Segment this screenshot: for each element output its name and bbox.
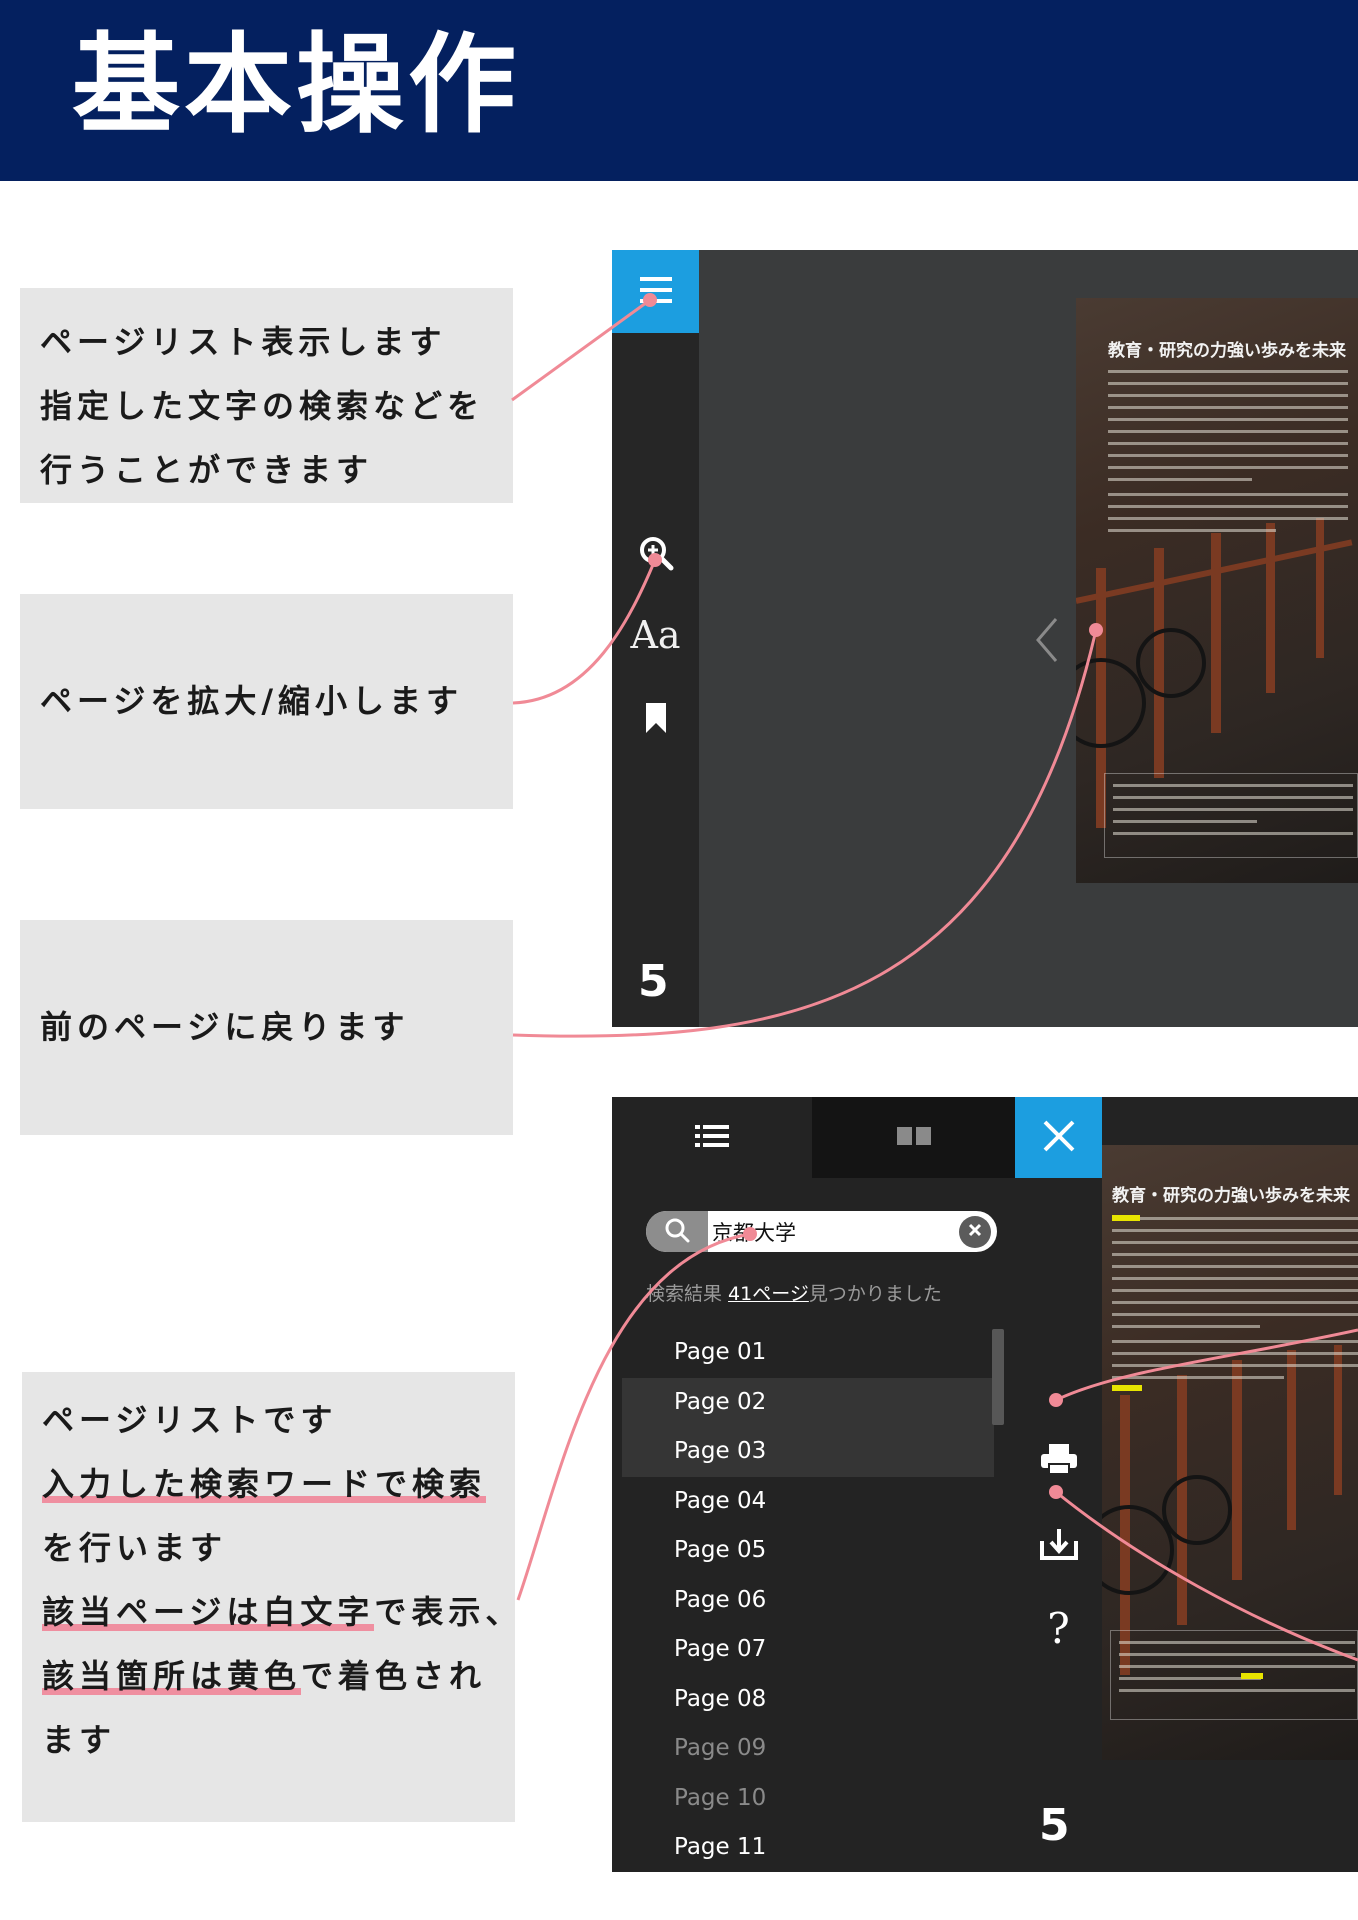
search-input[interactable] <box>712 1216 952 1247</box>
note-zoom: ページを拡大/縮小します <box>20 594 513 809</box>
prev-page-button[interactable] <box>1032 615 1062 669</box>
note-page-list-search: ページリスト表示します 指定した文字の検索などを 行うことができます <box>20 288 513 503</box>
page-spread-image: 教育・研究の力強い歩みを未来 <box>1076 298 1358 883</box>
list-icon <box>695 1124 729 1152</box>
bookmark-button[interactable] <box>612 698 699 742</box>
page-body-text <box>1108 370 1348 541</box>
tool-column: ? 5 <box>1015 1178 1102 1872</box>
page-list-item[interactable]: Page 05 <box>622 1526 994 1576</box>
clear-icon <box>967 1222 983 1242</box>
note-line: 指定した文字の検索などを <box>40 387 485 425</box>
zoom-button[interactable] <box>612 530 699 580</box>
help-icon: ? <box>1047 1603 1070 1653</box>
page-list-item[interactable]: Page 09 <box>622 1724 994 1774</box>
result-count-link[interactable]: 41ページ <box>728 1283 809 1305</box>
print-button[interactable] <box>1015 1438 1102 1484</box>
note-line: 該当箇所は黄色で着色され <box>42 1644 495 1708</box>
result-prefix: 検索結果 <box>646 1283 729 1305</box>
close-button[interactable] <box>1015 1097 1102 1178</box>
underlined-text: 該当箇所は黄色 <box>42 1657 302 1695</box>
page-list-item[interactable]: Page 07 <box>622 1625 994 1675</box>
page-heading: 教育・研究の力強い歩みを未来 <box>1112 1186 1350 1206</box>
thumbnail-icon <box>896 1125 931 1151</box>
page-heading: 教育・研究の力強い歩みを未来 <box>1108 341 1346 361</box>
close-icon <box>1041 1118 1077 1158</box>
page-list-item[interactable]: Page 01 <box>622 1328 994 1378</box>
download-button[interactable] <box>1015 1523 1102 1569</box>
search-highlight <box>1112 1385 1142 1391</box>
page-number: 5 <box>638 956 669 1007</box>
page-caption-box <box>1104 773 1358 858</box>
search-highlight <box>1241 1673 1263 1679</box>
note-line: 前のページに戻ります <box>40 1008 410 1046</box>
page-list-item[interactable]: Page 02 <box>622 1377 994 1427</box>
search-highlight <box>1112 1215 1140 1221</box>
page-spread-image: 教育・研究の力強い歩みを未来 <box>1102 1145 1358 1760</box>
font-size-icon: Aa <box>630 613 681 657</box>
search-button[interactable] <box>646 1211 708 1252</box>
search-icon <box>664 1217 690 1247</box>
note-line: を行います <box>42 1529 228 1567</box>
note-prev-page: 前のページに戻ります <box>20 920 513 1135</box>
help-button[interactable]: ? <box>1015 1603 1102 1653</box>
bookmark-icon <box>644 701 668 739</box>
search-box <box>646 1211 997 1252</box>
page-list-item[interactable]: Page 11 <box>622 1823 994 1872</box>
page-list-item[interactable]: Page 10 <box>622 1774 994 1824</box>
note-line: 該当ページは白文字で表示、 <box>42 1580 517 1644</box>
page-list-item[interactable]: Page 06 <box>622 1576 994 1626</box>
prev-page-arrow-icon <box>1032 618 1062 669</box>
viewer-screenshot-top: Aa 5 教育・研究の力強い歩みを未来 <box>612 250 1358 1027</box>
page-list-item[interactable]: Page 08 <box>622 1675 994 1725</box>
font-size-button[interactable]: Aa <box>612 610 699 660</box>
page-list: Page 01 Page 02 Page 03 Page 04 Page 05 Page … <box>622 1328 994 1872</box>
note-line: 入力した検索ワードで検索 <box>42 1452 495 1516</box>
note-line: ます <box>42 1721 117 1759</box>
page-header: 基本操作 <box>0 0 1358 181</box>
print-icon <box>1039 1442 1079 1480</box>
page-body-text <box>1112 1217 1358 1388</box>
note-page-list-description: ページリストです 入力した検索ワードで検索 を行います 該当ページは白文字で表示… <box>22 1372 517 1822</box>
page-list-scrollbar[interactable] <box>992 1329 1004 1425</box>
note-line: ページリストです <box>42 1401 338 1439</box>
result-suffix: 見つかりました <box>808 1283 942 1305</box>
underlined-text: 該当ページは白文字 <box>42 1593 375 1631</box>
note-text: で着色され <box>301 1657 487 1695</box>
download-icon <box>1039 1527 1079 1565</box>
menu-button[interactable] <box>612 250 699 333</box>
tab-page-list[interactable] <box>612 1097 812 1178</box>
note-line: ページリスト表示します <box>40 323 447 361</box>
viewer-sidebar: Aa 5 <box>612 250 699 1027</box>
page-number: 5 <box>1039 1800 1070 1851</box>
note-line: ページを拡大/縮小します <box>40 682 464 720</box>
page-title: 基本操作 <box>72 23 521 148</box>
page-caption-box <box>1110 1630 1358 1720</box>
note-text: で表示、 <box>374 1593 523 1631</box>
underlined-text: 入力した検索ワードで検索 <box>42 1465 487 1503</box>
page-list-item[interactable]: Page 03 <box>622 1427 994 1477</box>
zoom-icon <box>637 534 675 576</box>
clear-search-button[interactable] <box>959 1216 991 1248</box>
page-list-item[interactable]: Page 04 <box>622 1477 994 1527</box>
note-line: 行うことができます <box>40 451 374 489</box>
viewer-screenshot-bottom: 検索結果 41ページ見つかりました Page 01Page 02Page 03P… <box>612 1097 1358 1872</box>
search-result-text: 検索結果 41ページ見つかりました <box>646 1279 942 1306</box>
tab-thumbnails[interactable] <box>812 1097 1015 1178</box>
menu-icon <box>638 275 674 309</box>
